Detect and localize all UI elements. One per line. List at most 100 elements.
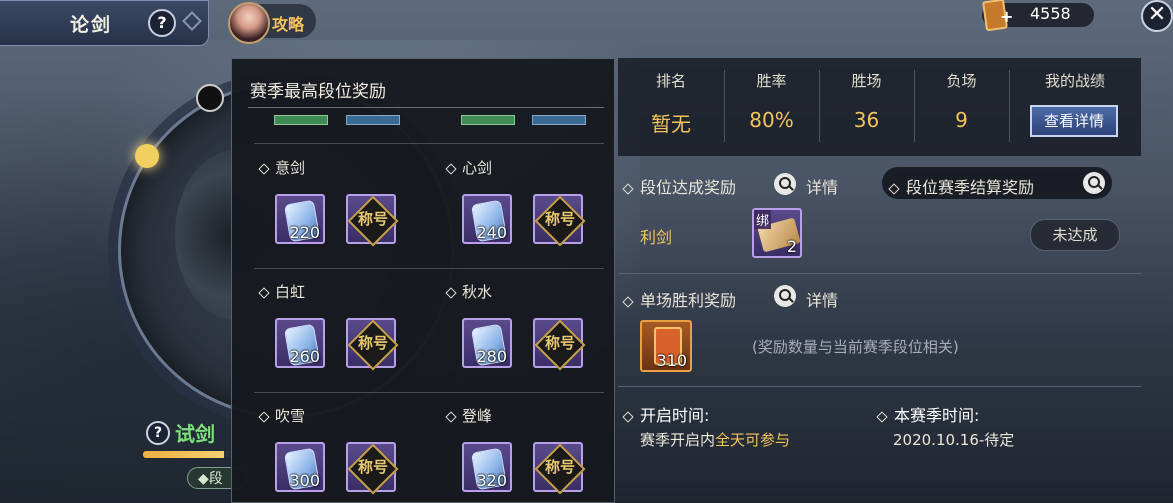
tier-name: 意剑 bbox=[258, 157, 306, 178]
avatar[interactable] bbox=[228, 2, 270, 44]
page-title: 论剑 bbox=[70, 14, 113, 36]
season-time-title-text: 本赛季时间: bbox=[894, 406, 980, 425]
clipped-reward-item bbox=[274, 115, 328, 125]
stat-winrate: 胜率 80% bbox=[724, 58, 819, 156]
open-time-highlight: 全天可参与 bbox=[715, 431, 791, 449]
title-reward-item[interactable]: 称号 bbox=[533, 442, 586, 495]
popup-title: 赛季最高段位奖励 bbox=[250, 82, 386, 102]
stat-losses-header: 负场 bbox=[946, 72, 977, 90]
bound-badge: 绑 bbox=[754, 210, 772, 229]
ring-marker-dark bbox=[196, 84, 224, 112]
search-icon[interactable] bbox=[774, 285, 796, 307]
tier-name-text: 吹雪 bbox=[275, 407, 306, 425]
guide-label[interactable]: 攻略 bbox=[272, 11, 304, 35]
row-divider bbox=[254, 268, 604, 269]
scroll-reward-item[interactable]: 220 bbox=[275, 194, 325, 244]
season-time-title: 本赛季时间: bbox=[876, 402, 980, 426]
tier-name: 秋水 bbox=[445, 281, 493, 302]
title-reward-item[interactable]: 称号 bbox=[533, 194, 586, 247]
scroll-reward-item[interactable]: 320 bbox=[462, 442, 512, 492]
tier-name: 吹雪 bbox=[258, 405, 306, 426]
diamond-icon bbox=[258, 286, 270, 299]
tier-name-text: 登峰 bbox=[462, 407, 493, 425]
close-button[interactable]: ✕ bbox=[1141, 0, 1173, 32]
trial-label[interactable]: 试剑 bbox=[175, 418, 215, 447]
stat-losses-value: 9 bbox=[955, 108, 968, 132]
stat-losses: 负场 9 bbox=[914, 58, 1009, 156]
rank-name: 利剑 bbox=[640, 228, 673, 247]
trial-help-button[interactable]: ? bbox=[146, 421, 170, 445]
season-settlement-title-text: 段位赛季结算奖励 bbox=[906, 178, 1035, 197]
diamond-icon bbox=[258, 410, 270, 423]
title-glyph: 称号 bbox=[544, 210, 575, 228]
title-reward-item[interactable]: 称号 bbox=[346, 194, 399, 247]
open-time-title: 开启时间: bbox=[622, 402, 710, 426]
diamond-icon bbox=[445, 286, 457, 299]
rank-reward-title-text: 段位达成奖励 bbox=[640, 178, 737, 197]
ring-marker-gold bbox=[135, 144, 159, 168]
currency-value: 4558 bbox=[1030, 4, 1071, 23]
open-time-title-text: 开启时间: bbox=[640, 406, 710, 425]
tier-name: 登峰 bbox=[445, 405, 493, 426]
reward-item[interactable]: 绑 2 bbox=[752, 208, 802, 258]
tier-name-text: 秋水 bbox=[462, 283, 493, 301]
scroll-reward-item[interactable]: 260 bbox=[275, 318, 325, 368]
open-time-text: 赛季开启内全天可参与 bbox=[640, 429, 790, 450]
search-icon[interactable] bbox=[1083, 172, 1105, 194]
divider bbox=[618, 273, 1141, 274]
stat-winrate-header: 胜率 bbox=[756, 72, 787, 90]
add-currency-button[interactable]: + bbox=[1000, 7, 1013, 26]
title-glyph: 称号 bbox=[357, 334, 388, 352]
win-reward-title-text: 单场胜利奖励 bbox=[640, 291, 737, 310]
clipped-reward-item bbox=[532, 115, 586, 125]
title-bar: 论剑 ? bbox=[0, 0, 209, 46]
title-glyph: 称号 bbox=[544, 458, 575, 476]
open-time-prefix: 赛季开启内 bbox=[640, 431, 716, 449]
diamond-icon bbox=[876, 410, 888, 423]
title-reward-item[interactable]: 称号 bbox=[346, 318, 399, 371]
item-count: 2 bbox=[786, 237, 797, 256]
status-badge: 未达成 bbox=[1030, 219, 1120, 251]
rank-reward-title: 段位达成奖励 bbox=[622, 174, 737, 198]
reward-note: (奖励数量与当前赛季段位相关) bbox=[752, 338, 959, 356]
title-glyph: 称号 bbox=[357, 458, 388, 476]
diamond-icon bbox=[182, 11, 202, 31]
tier-name-text: 心剑 bbox=[462, 159, 493, 177]
rank-progress-fill bbox=[143, 451, 224, 458]
item-count: 240 bbox=[476, 223, 507, 242]
popup-divider bbox=[248, 107, 604, 108]
diamond-icon bbox=[258, 162, 270, 175]
win-reward-detail-link[interactable]: 详情 bbox=[806, 287, 838, 311]
rank-tag-label: 段 bbox=[208, 471, 223, 487]
view-details-button[interactable]: 查看详情 bbox=[1030, 105, 1118, 137]
diamond-icon bbox=[622, 410, 634, 423]
title-glyph: 称号 bbox=[544, 334, 575, 352]
win-reward-title: 单场胜利奖励 bbox=[622, 287, 737, 311]
title-reward-item[interactable]: 称号 bbox=[346, 442, 399, 495]
help-button[interactable]: ? bbox=[148, 9, 176, 37]
scroll-reward-item[interactable]: 300 bbox=[275, 442, 325, 492]
stat-record-header: 我的战绩 bbox=[1044, 72, 1105, 90]
title-reward-item[interactable]: 称号 bbox=[533, 318, 586, 371]
search-icon[interactable] bbox=[774, 173, 796, 195]
scroll-reward-item[interactable]: 280 bbox=[462, 318, 512, 368]
row-divider bbox=[254, 143, 604, 144]
stat-rank-header: 排名 bbox=[655, 72, 686, 90]
reward-item[interactable]: 310 bbox=[640, 320, 692, 372]
tier-name: 心剑 bbox=[445, 157, 493, 178]
tier-name: 白虹 bbox=[258, 281, 305, 302]
diamond-icon bbox=[622, 295, 634, 308]
tier-name-text: 意剑 bbox=[275, 159, 306, 177]
row-divider bbox=[254, 392, 604, 393]
season-rewards-popup: 赛季最高段位奖励 意剑 220 称号 心剑 240 称号 白虹 260 称号 秋水 280 称号 吹雪 3… bbox=[231, 58, 615, 503]
rank-reward-detail-link[interactable]: 详情 bbox=[806, 174, 838, 198]
title-glyph: 称号 bbox=[357, 210, 388, 228]
item-count: 310 bbox=[656, 351, 687, 370]
diamond-icon bbox=[445, 162, 457, 175]
stat-winrate-value: 80% bbox=[749, 108, 794, 132]
season-settlement-title[interactable]: 段位赛季结算奖励 bbox=[888, 174, 1035, 198]
diamond-icon bbox=[445, 410, 457, 423]
clipped-reward-item bbox=[461, 115, 515, 125]
clipped-reward-item bbox=[346, 115, 400, 125]
scroll-reward-item[interactable]: 240 bbox=[462, 194, 512, 244]
